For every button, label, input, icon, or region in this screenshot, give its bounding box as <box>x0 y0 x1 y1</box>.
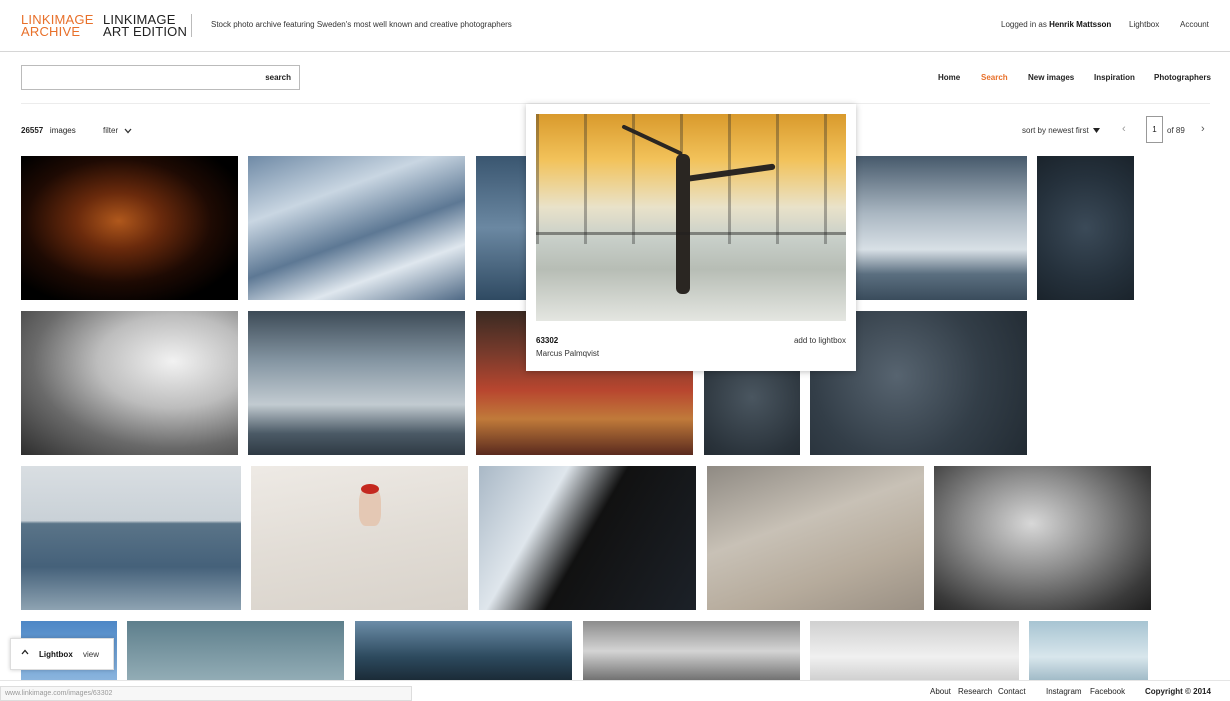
nav-new-images[interactable]: New images <box>1028 73 1074 82</box>
image-thumbnail[interactable] <box>583 621 800 681</box>
logged-in-prefix: Logged in as <box>1001 20 1047 29</box>
sort-label: sort by newest first <box>1022 126 1089 135</box>
site-tagline: Stock photo archive featuring Sweden's m… <box>211 20 512 29</box>
result-count-number: 26557 <box>21 126 44 135</box>
nav-home[interactable]: Home <box>938 73 960 82</box>
preview-image[interactable] <box>536 114 846 321</box>
footer-facebook-link[interactable]: Facebook <box>1090 687 1125 696</box>
sort-dropdown[interactable]: sort by newest first <box>1022 126 1100 135</box>
footer-research-link[interactable]: Research <box>958 687 992 696</box>
nav-photographers[interactable]: Photographers <box>1154 73 1211 82</box>
search-input[interactable] <box>28 70 253 85</box>
image-thumbnail[interactable] <box>248 311 465 455</box>
image-thumbnail[interactable] <box>127 621 344 681</box>
caret-down-icon <box>1092 128 1100 134</box>
nav-inspiration[interactable]: Inspiration <box>1094 73 1135 82</box>
image-thumbnail[interactable] <box>21 156 238 300</box>
user-name[interactable]: Henrik Mattsson <box>1049 20 1111 29</box>
image-thumbnail[interactable] <box>355 621 572 681</box>
image-thumbnail[interactable] <box>479 466 696 610</box>
search-button[interactable]: search <box>265 73 291 82</box>
add-to-lightbox-button[interactable]: add to lightbox <box>794 336 846 345</box>
site-header: LINKIMAGE ARCHIVE LINKIMAGE ART EDITION … <box>0 0 1230 52</box>
preview-author[interactable]: Marcus Palmqvist <box>536 349 599 358</box>
logged-in-status: Logged in as Henrik Mattsson <box>1001 20 1111 29</box>
header-lightbox-link[interactable]: Lightbox <box>1129 20 1159 29</box>
page-number-input[interactable]: 1 <box>1146 116 1163 143</box>
next-page-icon[interactable]: › <box>1201 123 1205 135</box>
lightbox-view-link[interactable]: view <box>83 650 99 659</box>
image-thumbnail[interactable] <box>934 466 1151 610</box>
nav-search[interactable]: Search <box>981 73 1008 82</box>
logo-divider <box>191 14 192 37</box>
image-thumbnail[interactable] <box>248 156 465 300</box>
page-total: of 89 <box>1167 126 1185 135</box>
image-thumbnail[interactable] <box>21 466 241 610</box>
chevron-up-icon <box>21 649 29 655</box>
image-thumbnail[interactable] <box>707 466 924 610</box>
image-thumbnail[interactable] <box>1037 156 1134 300</box>
result-count-label: images <box>49 126 76 135</box>
footer-about-link[interactable]: About <box>930 687 951 696</box>
header-account-link[interactable]: Account <box>1180 20 1209 29</box>
browser-status-bar: www.linkimage.com/images/63302 <box>0 686 412 701</box>
logo-linkimage-art-edition[interactable]: LINKIMAGE ART EDITION <box>103 13 187 38</box>
chevron-down-icon <box>124 128 132 134</box>
image-thumbnail[interactable] <box>251 466 468 610</box>
footer-copyright: Copyright © 2014 <box>1145 687 1211 696</box>
red-hat <box>361 484 379 494</box>
image-preview-popup: 63302 Marcus Palmqvist add to lightbox <box>526 104 856 371</box>
barre <box>536 232 846 235</box>
lightbox-tab[interactable]: Lightbox view <box>10 638 114 670</box>
image-thumbnail[interactable] <box>1029 621 1148 681</box>
image-thumbnail[interactable] <box>21 311 238 455</box>
filter-label: filter <box>103 126 119 135</box>
footer-contact-link[interactable]: Contact <box>998 687 1026 696</box>
lightbox-tab-label: Lightbox <box>39 650 73 659</box>
prev-page-icon[interactable]: ‹ <box>1122 123 1126 135</box>
preview-image-id: 63302 <box>536 336 559 345</box>
search-bar: search <box>21 65 300 90</box>
result-count: 26557 images <box>21 126 76 135</box>
logo-linkimage-archive[interactable]: LINKIMAGE ARCHIVE <box>21 13 94 38</box>
filter-toggle[interactable]: filter <box>103 126 132 135</box>
image-thumbnail[interactable] <box>810 621 1019 681</box>
footer-instagram-link[interactable]: Instagram <box>1046 687 1082 696</box>
